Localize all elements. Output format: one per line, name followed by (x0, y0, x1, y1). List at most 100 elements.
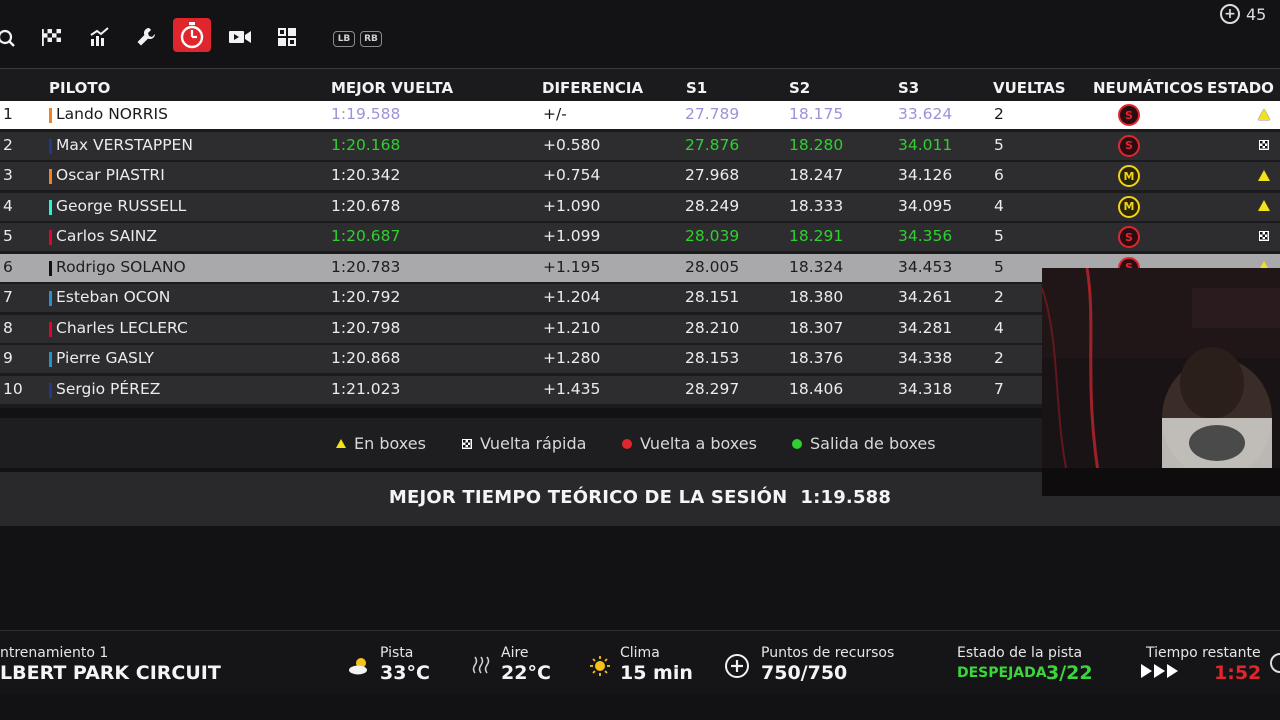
wrench-icon[interactable] (127, 22, 165, 52)
table-header: PILOTO MEJOR VUELTA DIFERENCIA S1 S2 S3 … (0, 68, 1280, 104)
driver-name: Sergio PÉREZ (56, 379, 161, 398)
medium-tyre-icon: M (1118, 165, 1140, 187)
sun-icon (587, 653, 613, 679)
driver-name: Max VERSTAPPEN (56, 135, 193, 154)
driver-name: Charles LECLERC (56, 318, 188, 337)
in-pits-triangle-icon (1257, 198, 1271, 214)
driver-name: George RUSSELL (56, 196, 187, 215)
track-state-count: 3/22 (1046, 662, 1093, 684)
sector-1: 28.151 (685, 288, 740, 306)
fast-forward-icon (1138, 661, 1184, 681)
plus-circle-icon: + (1220, 4, 1240, 24)
rb-button[interactable]: RB (360, 31, 382, 47)
gap: +1.099 (543, 227, 601, 245)
team-color-bar (49, 199, 52, 215)
team-color-bar (49, 230, 52, 245)
col-s3[interactable]: S3 (898, 79, 919, 97)
sector-2: 18.380 (789, 288, 844, 306)
chart-icon[interactable] (80, 22, 118, 52)
best-lap: 1:21.023 (331, 379, 401, 398)
gap: +0.754 (543, 166, 601, 184)
laps: 5 (994, 227, 1004, 245)
sector-1: 28.005 (685, 257, 740, 276)
sector-2: 18.406 (789, 379, 844, 398)
laps: 2 (994, 105, 1004, 123)
stopwatch-icon[interactable] (173, 18, 211, 52)
sector-1: 28.297 (685, 379, 740, 398)
sector-1: 28.249 (685, 196, 740, 215)
sector-1: 27.876 (685, 135, 740, 154)
lb-button[interactable]: LB (333, 31, 355, 47)
legend-fast-lap-label: Vuelta rápida (480, 434, 587, 453)
magnifier-icon[interactable] (0, 22, 24, 52)
table-row[interactable]: 1 Lando NORRIS 1:19.588 +/- 27.789 18.175 33.6… (0, 101, 1280, 129)
legend-fast-lap: Vuelta rápida (462, 434, 586, 453)
air-temp-value: 22°C (501, 662, 551, 684)
table-row[interactable]: 2 Max VERSTAPPEN 1:20.168 +0.580 27.876 18.28… (0, 131, 1280, 160)
sector-3: 34.356 (898, 227, 953, 245)
position: 8 (3, 318, 13, 337)
team-color-bar (49, 260, 52, 276)
col-status[interactable]: ESTADO (1207, 79, 1274, 97)
col-best-lap[interactable]: MEJOR VUELTA (331, 79, 453, 97)
weather-value: 15 min (620, 662, 693, 684)
best-lap: 1:20.687 (331, 227, 401, 245)
video-icon[interactable] (221, 22, 259, 52)
sector-1: 27.789 (685, 105, 740, 123)
sector-3: 34.095 (898, 196, 953, 215)
legend-in-pits-label: En boxes (354, 434, 426, 453)
col-laps[interactable]: VUELTAS (993, 79, 1066, 97)
table-row[interactable]: 5 Carlos SAINZ 1:20.687 +1.099 28.039 18.291 3… (0, 223, 1280, 251)
weather-label: Clima (620, 645, 660, 661)
sector-1: 28.210 (685, 318, 740, 337)
col-tyres[interactable]: NEUMÁTICOS (1093, 79, 1204, 97)
col-driver[interactable]: PILOTO (49, 79, 110, 97)
table-row[interactable]: 3 Oscar PIASTRI 1:20.342 +0.754 27.968 18.247… (0, 162, 1280, 190)
team-color-bar (49, 291, 52, 306)
medium-tyre-icon: M (1118, 195, 1140, 218)
gap: +1.195 (543, 257, 601, 276)
gap: +1.435 (543, 379, 601, 398)
sector-3: 34.318 (898, 379, 953, 398)
fast-lap-checkered-icon (1257, 228, 1271, 244)
time-left-label: Tiempo restante (1146, 645, 1261, 661)
best-lap: 1:20.792 (331, 288, 401, 306)
time-left-value: 1:52 (1214, 662, 1262, 684)
legend-pit-exit: Salida de boxes (792, 434, 936, 453)
legend-pit-exit-label: Salida de boxes (810, 434, 936, 453)
gap: +1.210 (543, 318, 601, 337)
checkered-flag-icon[interactable] (33, 22, 71, 52)
col-s2[interactable]: S2 (789, 79, 810, 97)
col-s1[interactable]: S1 (686, 79, 707, 97)
sector-2: 18.333 (789, 196, 844, 215)
gap: +1.280 (543, 349, 601, 367)
clock-icon (1270, 653, 1280, 673)
theoretical-best-label: MEJOR TIEMPO TEÓRICO DE LA SESIÓN (388, 487, 788, 508)
session-info-bar: ntrenamiento 1 LBERT PARK CIRCUIT Pista … (0, 630, 1280, 694)
driver-name: Oscar PIASTRI (56, 166, 165, 184)
sector-2: 18.376 (789, 349, 844, 367)
col-gap[interactable]: DIFERENCIA (542, 79, 643, 97)
best-lap: 1:20.168 (331, 135, 401, 154)
legend-in-pits: En boxes (336, 434, 426, 453)
sector-1: 28.153 (685, 349, 740, 367)
laps: 5 (994, 257, 1004, 276)
top-right-value: 45 (1246, 4, 1267, 24)
gap: +0.580 (543, 135, 601, 154)
laps: 2 (994, 349, 1004, 367)
grid-icon[interactable] (268, 22, 306, 52)
driver-name: Pierre GASLY (56, 349, 154, 367)
driver-name: Rodrigo SOLANO (56, 257, 186, 276)
position: 1 (3, 105, 13, 123)
sector-2: 18.175 (789, 105, 844, 123)
session-name: ntrenamiento 1 (0, 645, 109, 661)
red-dot-icon (622, 438, 632, 449)
best-lap: 1:20.678 (331, 196, 401, 215)
sector-3: 34.281 (898, 318, 953, 337)
laps: 5 (994, 135, 1004, 154)
checkered-icon (462, 438, 472, 449)
soft-tyre-icon: S (1118, 134, 1140, 157)
sector-3: 34.453 (898, 257, 953, 276)
sector-1: 27.968 (685, 166, 740, 184)
table-row[interactable]: 4 George RUSSELL 1:20.678 +1.090 28.249 18.33… (0, 192, 1280, 221)
